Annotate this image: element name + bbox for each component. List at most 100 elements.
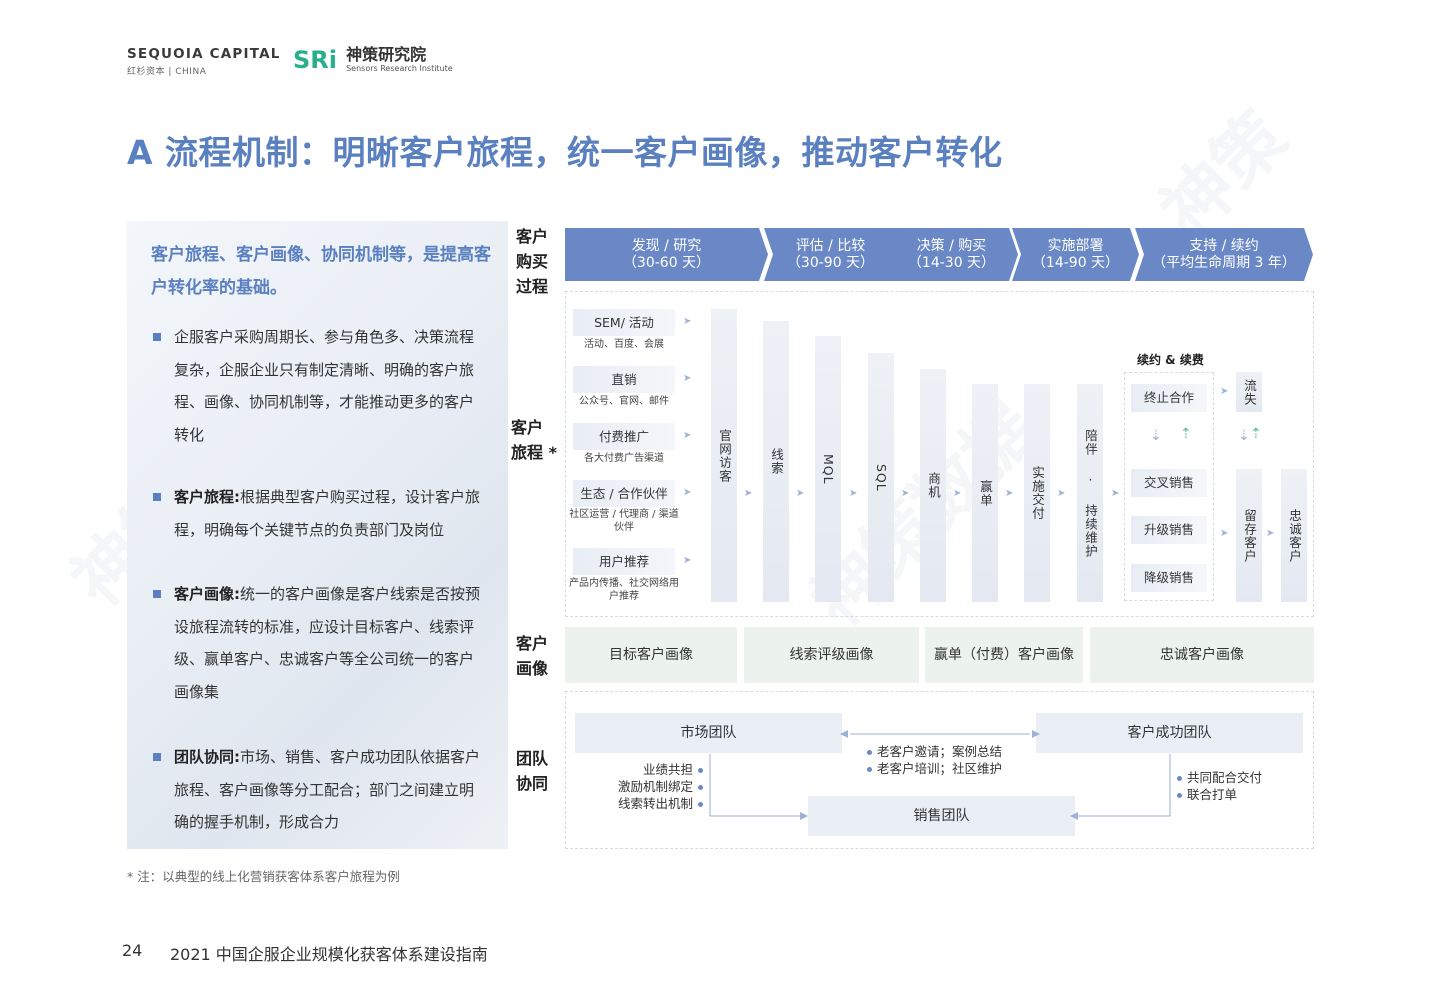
source-referral: 用户推荐 xyxy=(573,548,675,575)
arrow-right-icon: ➤ xyxy=(744,488,753,499)
page-number: 24 xyxy=(122,941,143,960)
arrow-up-icon: ⇡ xyxy=(1250,426,1262,442)
profile-won: 赢单（付费）客户画像 xyxy=(925,627,1083,683)
arrow-right-icon: ➤ xyxy=(683,487,692,498)
bullet-square-icon xyxy=(153,333,161,341)
loyal-box: 忠诚客户 xyxy=(1281,469,1307,602)
stage-name: 评估 / 比较 xyxy=(795,237,866,254)
bullet-square-icon xyxy=(153,493,161,501)
arrow-down-icon: ⇣ xyxy=(1238,428,1250,444)
arrow-up-icon: ⇡ xyxy=(1180,426,1192,442)
stage-period: （14-90 天） xyxy=(1031,254,1120,271)
renewal-downsell: 降级销售 xyxy=(1131,564,1207,592)
arrow-right-icon: ➤ xyxy=(1220,528,1229,539)
funnel-won: 赢单 xyxy=(972,384,998,602)
stage-discover: 发现 / 研究 （30-60 天） xyxy=(565,228,768,281)
stage-evaluate: 评估 / 比较 （30-90 天） xyxy=(764,228,897,281)
funnel-label: 实施交付 xyxy=(1030,466,1045,520)
team-left-notes: 业绩共担 激励机制绑定 线索转出机制 xyxy=(598,761,708,812)
team-mid-notes: 老客户邀请；案例总结 老客户培训；社区维护 xyxy=(862,743,1002,777)
renewal-terminate: 终止合作 xyxy=(1131,384,1207,412)
left-panel: 客户旅程、客户画像、协同机制等，是提高客户转化率的基础。 企服客户采购周期长、参… xyxy=(127,221,508,849)
source-sub: 产品内传播、社交网络用户推荐 xyxy=(569,578,679,602)
funnel-label: 陪伴 · 持续维护 xyxy=(1083,428,1098,558)
renewal-cross-sell: 交叉销售 xyxy=(1131,469,1207,497)
sri-logo: SRi 神策研究院 Sensors Research Institute xyxy=(293,45,453,75)
page-title: A 流程机制：明晰客户旅程，统一客户画像，推动客户转化 xyxy=(127,133,1003,172)
stage-name: 支持 / 续约 xyxy=(1189,237,1259,254)
bullet-item: 客户画像:统一的客户画像是客户线索是否按预设旅程流转的标准，应设计目标客户、线索… xyxy=(153,578,488,708)
arrow-right-icon: ➤ xyxy=(1005,488,1014,499)
funnel-delivery: 实施交付 xyxy=(1024,384,1050,602)
arrow-right-icon: ➤ xyxy=(1266,528,1275,539)
row-label-profile: 客户 画像 xyxy=(516,634,549,678)
note-text: 线索转出机制 xyxy=(617,796,693,811)
footer-title: 2021 中国企服企业规模化获客体系建设指南 xyxy=(170,945,488,964)
arrow-right-icon: ➤ xyxy=(1111,488,1120,499)
sri-mark: SRi xyxy=(293,46,337,74)
churn-label: 流失 xyxy=(1242,378,1257,406)
funnel-lead: 线索 xyxy=(763,321,789,602)
arrow-right-icon: ➤ xyxy=(683,373,692,384)
bullet-square-icon xyxy=(153,590,161,598)
arrow-right-icon: ➤ xyxy=(683,316,692,327)
source-sub: 各大付费广告渠道 xyxy=(584,453,664,464)
source-paid: 付费推广 xyxy=(573,423,675,450)
retain-box: 留存客户 xyxy=(1236,469,1262,602)
arrow-down-icon: ⇣ xyxy=(1150,428,1162,444)
bullet-label: 客户画像: xyxy=(174,585,240,603)
stage-period: （30-60 天） xyxy=(622,254,711,271)
note-text: 共同配合交付 xyxy=(1187,770,1263,785)
sequoia-sub: 红杉资本 | CHINA xyxy=(127,67,207,77)
arrow-right-icon: ➤ xyxy=(683,555,692,566)
sequoia-logo: SEQUOIA CAPITAL 红杉资本 | CHINA xyxy=(127,46,281,77)
source-ecosystem: 生态 / 合作伙伴 xyxy=(573,480,675,507)
bullet-item: 团队协同:市场、销售、客户成功团队依据客户旅程、客户画像等分工配合；部门之间建立… xyxy=(153,741,488,839)
note-text: 业绩共担 xyxy=(642,762,693,777)
arrow-right-icon: ➤ xyxy=(1220,386,1229,397)
stage-name: 实施部署 xyxy=(1047,237,1104,254)
renewal-title: 续约 & 续费 xyxy=(1137,353,1204,367)
churn-box: 流失 xyxy=(1236,372,1262,412)
profile-target: 目标客户画像 xyxy=(565,627,737,683)
arrow-right-icon: ➤ xyxy=(683,430,692,441)
arrow-right-icon: ➤ xyxy=(953,488,962,499)
note-text: 激励机制绑定 xyxy=(617,779,693,794)
arrow-right-icon: ➤ xyxy=(849,488,858,499)
stage-name: 发现 / 研究 xyxy=(631,237,702,254)
stage-period: （14-30 天） xyxy=(907,254,996,271)
lead-text: 客户旅程、客户画像、协同机制等，是提高客户转化率的基础。 xyxy=(151,245,491,298)
footnote: * 注：以典型的线上化营销获客体系客户旅程为例 xyxy=(127,869,400,884)
loyal-label: 忠诚客户 xyxy=(1287,508,1302,563)
bullet-item: 客户旅程:根据典型客户购买过程，设计客户旅程，明确每个关键节点的负责部门及岗位 xyxy=(153,481,488,546)
profile-lead-rating: 线索评级画像 xyxy=(744,627,919,683)
source-sub: 活动、百度、会展 xyxy=(584,339,664,350)
row-label-journey: 客户 旅程 * xyxy=(511,418,557,462)
funnel-opportunity: 商机 xyxy=(920,369,946,602)
bullet-item: 企服客户采购周期长、参与角色多、决策流程复杂，企服企业只有制定清晰、明确的客户旅… xyxy=(153,321,488,451)
bullet-label: 团队协同: xyxy=(174,748,240,766)
bullet-square-icon xyxy=(153,753,161,761)
note-text: 老客户培训；社区维护 xyxy=(877,761,1003,776)
arrow-right-icon: ➤ xyxy=(796,488,805,499)
funnel-sql: SQL xyxy=(868,353,894,602)
source-sem: SEM/ 活动 xyxy=(573,309,675,336)
funnel-mql: MQL xyxy=(815,336,841,602)
retain-label: 留存客户 xyxy=(1242,508,1257,563)
sequoia-name: SEQUOIA CAPITAL xyxy=(127,46,281,62)
funnel-label: SQL xyxy=(874,463,889,492)
stage-decide: 决策 / 购买 （14-30 天） xyxy=(885,228,1018,281)
funnel-label: 商机 xyxy=(926,472,941,499)
source-sub: 公众号、官网、邮件 xyxy=(579,396,669,407)
bullet-text: 企服客户采购周期长、参与角色多、决策流程复杂，企服企业只有制定清晰、明确的客户旅… xyxy=(174,328,475,444)
note-text: 联合打单 xyxy=(1187,787,1238,802)
funnel-visitor: 官网访客 xyxy=(711,309,737,602)
sri-cn: 神策研究院 xyxy=(346,45,427,64)
stage-deploy: 实施部署 （14-90 天） xyxy=(1012,228,1139,281)
note-text: 老客户邀请；案例总结 xyxy=(877,744,1003,759)
funnel-label: 线索 xyxy=(769,448,784,475)
renewal-upsell: 升级销售 xyxy=(1131,516,1207,544)
profile-loyal: 忠诚客户画像 xyxy=(1090,627,1314,683)
row-label-team: 团队 协同 xyxy=(516,749,549,793)
funnel-label: 赢单 xyxy=(978,479,993,507)
